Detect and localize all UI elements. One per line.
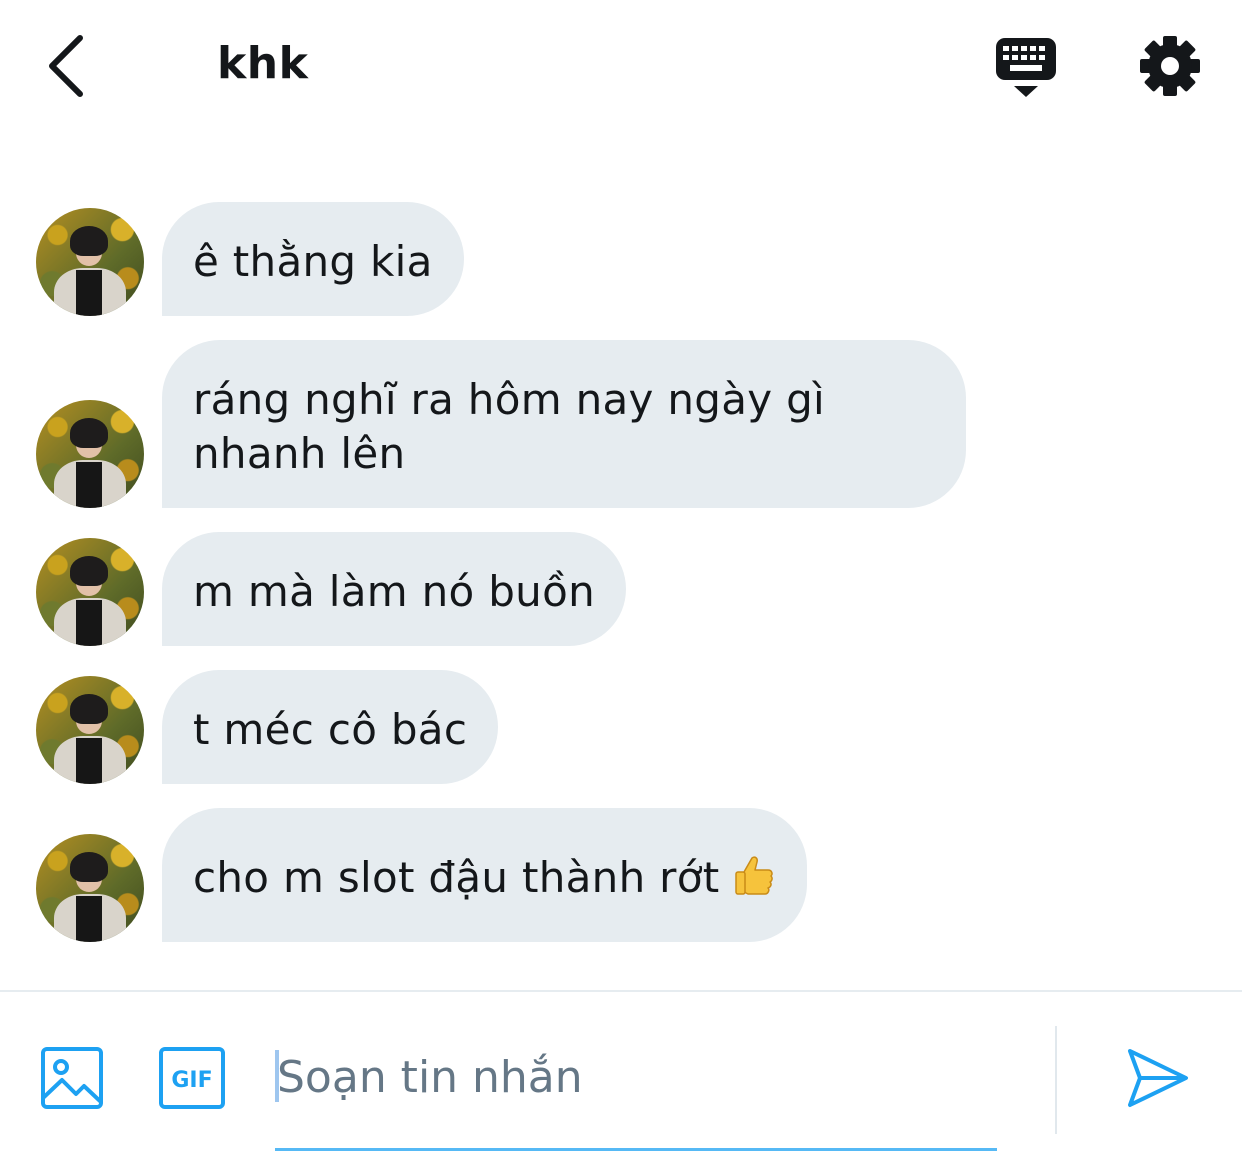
- gear-icon: [1140, 36, 1200, 96]
- send-button[interactable]: [1126, 1046, 1190, 1110]
- add-gif-button[interactable]: GIF: [158, 1046, 226, 1110]
- message-text: ê thằng kia: [193, 237, 433, 286]
- send-icon: [1128, 1049, 1188, 1107]
- compose-field[interactable]: [275, 1032, 997, 1152]
- add-media-button[interactable]: [40, 1046, 104, 1110]
- input-underline: [275, 1148, 997, 1151]
- message-text: nhanh lên: [193, 429, 406, 478]
- conversation-title: khk: [217, 38, 309, 89]
- message-text: m mà làm nó buồn: [193, 567, 595, 616]
- message-text: cho m slot đậu thành rớt: [193, 853, 720, 902]
- chevron-left-icon: [49, 35, 83, 97]
- message-bubble[interactable]: t méc cô bác: [162, 670, 499, 784]
- message-bubble[interactable]: m mà làm nó buồn: [162, 532, 626, 646]
- svg-text:GIF: GIF: [171, 1068, 212, 1093]
- avatar[interactable]: [36, 208, 144, 316]
- avatar[interactable]: [36, 676, 144, 784]
- thumbs-up-icon: [730, 852, 776, 911]
- conversation-header: khk: [0, 0, 1242, 130]
- gif-icon: GIF: [159, 1047, 225, 1109]
- message-text: t méc cô bác: [193, 705, 468, 754]
- avatar[interactable]: [36, 538, 144, 646]
- message-bubble[interactable]: cho m slot đậu thành rớt: [162, 808, 807, 942]
- settings-button[interactable]: [1138, 34, 1202, 98]
- keyboard-toggle-button[interactable]: [990, 34, 1062, 100]
- message-bubble[interactable]: ê thằng kia: [162, 202, 464, 316]
- avatar[interactable]: [36, 400, 144, 508]
- avatar[interactable]: [36, 834, 144, 942]
- compose-input[interactable]: [275, 1032, 987, 1122]
- back-button[interactable]: [40, 30, 100, 102]
- keyboard-icon: [996, 38, 1056, 97]
- text-caret: [275, 1050, 279, 1102]
- image-icon: [41, 1047, 103, 1109]
- message-bubble[interactable]: ráng nghĩ ra hôm nay ngày gì nhanh lên: [162, 340, 966, 508]
- message-text: ráng nghĩ ra hôm nay ngày gì: [193, 375, 826, 424]
- message-composer: GIF: [0, 992, 1242, 1174]
- composer-separator: [1055, 1026, 1057, 1134]
